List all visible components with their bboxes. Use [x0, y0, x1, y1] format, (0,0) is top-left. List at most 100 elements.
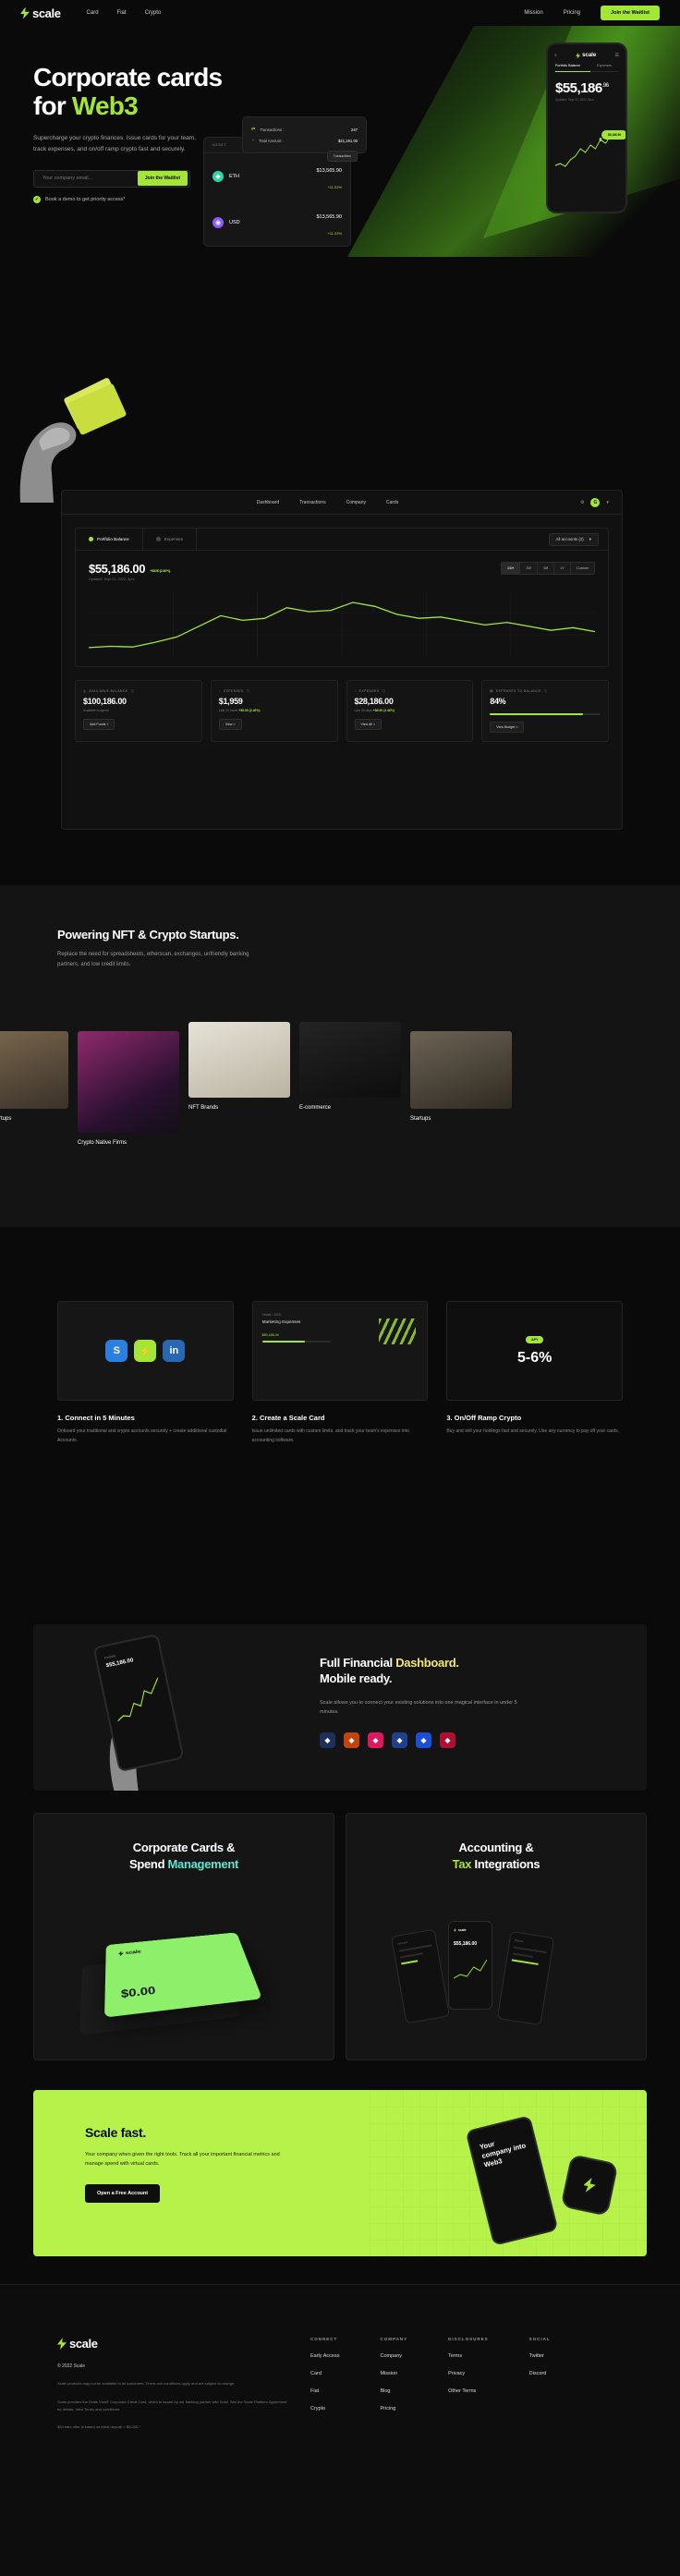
footer-link-crypto[interactable]: Crypto — [310, 2406, 339, 2412]
tile-startups-left[interactable] — [0, 1031, 68, 1109]
step-card-1: S ⚡ in 1. Connect in 5 Minutes Onboard y… — [57, 1301, 234, 1445]
footer-link-terms[interactable]: Terms — [448, 2353, 489, 2359]
stat-label: AVAILABLE BALANCE — [89, 688, 128, 693]
nav-link-pricing[interactable]: Pricing — [564, 10, 580, 16]
range-1w[interactable]: 1W — [520, 563, 538, 574]
feature-card-2-line2-accent: Tax — [452, 1857, 472, 1872]
stat-cards-row: ◎ AVAILABLE BALANCE ⓘ $100,186.00 Availabl… — [75, 680, 609, 742]
dashboard-nav-cards[interactable]: Cards — [386, 500, 398, 505]
info-icon[interactable]: ⓘ — [382, 688, 385, 693]
info-icon[interactable]: ⓘ — [247, 688, 250, 693]
stat-card-expenses-30d: ↓ EXPENSES ⓘ $28,186.00 Last 30 days +58.5… — [346, 680, 474, 742]
form-join-waitlist-button[interactable]: Join the Waitlist — [137, 171, 188, 187]
footer-logo[interactable]: scale — [57, 2337, 288, 2351]
range-selector: 24H 1W 1M 1Y Custom — [501, 562, 595, 575]
gear-icon[interactable]: ⚙ — [580, 500, 584, 505]
chevron-down-icon[interactable]: ▾ — [606, 500, 609, 505]
tile-nft-brands[interactable] — [188, 1022, 290, 1098]
feature-cards-row: Corporate Cards & Spend Management scale… — [33, 1813, 647, 2060]
mobile-heading-accent: Dashboard. — [395, 1656, 459, 1670]
stat-sub: Last 30 days — [354, 709, 372, 712]
tile-caption: NFT Brands — [188, 1105, 219, 1111]
range-custom[interactable]: Custom — [571, 563, 594, 574]
dashboard-nav-dashboard[interactable]: Dashboard — [257, 500, 279, 505]
mini-phone-amount: $55,186.00 — [454, 1941, 478, 1947]
tile-caption: Crypto Native Firms — [78, 1140, 128, 1146]
join-waitlist-button[interactable]: Join the Waitlist — [601, 6, 660, 20]
cta-body: Your company when given the right tools.… — [85, 2152, 280, 2168]
nav-link-crypto[interactable]: Crypto — [145, 10, 162, 16]
view-budget-button[interactable]: View Budget > — [490, 722, 525, 733]
list-item: ◔ Total Amount : $21,191.00 — [251, 135, 358, 146]
avatar[interactable]: G — [590, 497, 601, 507]
brand-name: scale — [32, 6, 61, 20]
footer-column-heading: SOCIAL — [528, 2337, 551, 2341]
check-icon: ✓ — [33, 195, 41, 203]
feature-card-corporate-cards: Corporate Cards & Spend Management scale… — [33, 1813, 334, 2060]
view-button[interactable]: View > — [218, 719, 242, 730]
hero-section: Corporate cards for Web3 Supercharge you… — [0, 26, 680, 395]
asset-change: +11.22% — [327, 185, 342, 189]
footer-left: scale © 2022 Scale Scale products may no… — [57, 2337, 288, 2431]
account-select[interactable]: All accounts (2) ▾ — [548, 532, 599, 546]
range-24h[interactable]: 24H — [502, 563, 521, 574]
footer-link-blog[interactable]: Blog — [380, 2388, 407, 2394]
step-card-3: APY 5-6% 3. On/Off Ramp Crypto Buy and s… — [446, 1301, 624, 1445]
footer-column-heading: CONNECT — [310, 2337, 338, 2341]
nav-link-card[interactable]: Card — [87, 10, 99, 16]
footer-brand-name: scale — [69, 2337, 98, 2351]
nav-link-fiat[interactable]: Fiat — [117, 10, 127, 16]
usd-icon: ◉ — [212, 217, 224, 228]
footer-link-early-access[interactable]: Early Access — [310, 2353, 339, 2359]
footer-link-fiat[interactable]: Fiat — [310, 2388, 339, 2394]
open-free-account-button[interactable]: Open a Free Account — [85, 2183, 161, 2203]
clock-icon: ◔ — [251, 138, 255, 143]
dashboard-nav-transactions[interactable]: Transactions — [299, 500, 325, 505]
footer-link-pricing[interactable]: Pricing — [380, 2406, 407, 2412]
add-funds-button[interactable]: Add Funds + — [83, 719, 115, 730]
footer-link-mission[interactable]: Mission — [380, 2371, 407, 2376]
eth-icon: ◆ — [212, 171, 224, 182]
stat-label: EXPENSES — [223, 688, 244, 693]
tab-portfolio-balance[interactable]: Portfolio Balance — [76, 529, 143, 550]
stat-sub-accent: +58.50 (2.46%) — [372, 709, 395, 712]
email-input[interactable] — [36, 176, 138, 182]
feature-card-2-title: Accounting & Tax Integrations — [346, 1840, 646, 1873]
step-card-2: Virtual - 2415 Marketing Expenses $50,18… — [251, 1301, 429, 1445]
footer-link-other-terms[interactable]: Other Terms — [448, 2388, 489, 2394]
brand-logo[interactable]: scale — [20, 6, 61, 20]
mobile-heading-plain: Full Financial — [320, 1656, 396, 1670]
nav-links: Card Fiat Crypto — [87, 10, 162, 16]
arrow-down-icon: ↓ — [354, 688, 357, 693]
view-all-button[interactable]: View All > — [354, 719, 382, 730]
tab-expenses[interactable]: Expenses — [143, 529, 197, 550]
feature-card-1-line1: Corporate Cards & — [132, 1841, 236, 1854]
footer-column-social: SOCIAL Twitter Discord — [529, 2337, 551, 2431]
dashboard-nav-links: Dashboard Transactions Company Cards — [257, 500, 399, 505]
green-card-illustration: scale $0.00 — [104, 1932, 262, 2018]
step-3-body: Buy and sell your holdings fast and secu… — [446, 1428, 620, 1434]
feature-card-1-title: Corporate Cards & Spend Management — [34, 1840, 334, 1873]
tile-crypto-native[interactable] — [78, 1031, 179, 1133]
footer-link-twitter[interactable]: Twitter — [529, 2353, 551, 2359]
footer-link-company[interactable]: Company — [380, 2353, 407, 2359]
footer-link-discord[interactable]: Discord — [529, 2371, 551, 2376]
stat-sub-accent: +58.50 (2.46%) — [238, 709, 261, 712]
dashboard-nav-company[interactable]: Company — [346, 500, 366, 505]
chevron-down-icon: ▾ — [589, 536, 591, 541]
nav-link-mission[interactable]: Mission — [524, 10, 542, 16]
cta-title: Scale fast. — [85, 2125, 146, 2140]
linkedin-icon: in — [163, 1340, 186, 1362]
info-icon[interactable]: ⓘ — [544, 688, 548, 693]
table-row[interactable]: ◉ USD $13,565.90 +11.22% — [204, 200, 350, 246]
range-1m[interactable]: 1M — [538, 563, 555, 574]
range-1y[interactable]: 1Y — [554, 563, 571, 574]
tile-caption: Startups — [410, 1116, 431, 1122]
footer-link-card[interactable]: Card — [310, 2371, 339, 2376]
info-icon[interactable]: ⓘ — [131, 688, 135, 693]
footer-link-privacy[interactable]: Privacy — [448, 2371, 489, 2376]
tile-startups-right[interactable] — [410, 1031, 512, 1109]
progress-bar — [490, 713, 601, 715]
transactions-button[interactable]: Transactions — [326, 151, 358, 162]
tile-ecommerce[interactable] — [299, 1022, 401, 1098]
